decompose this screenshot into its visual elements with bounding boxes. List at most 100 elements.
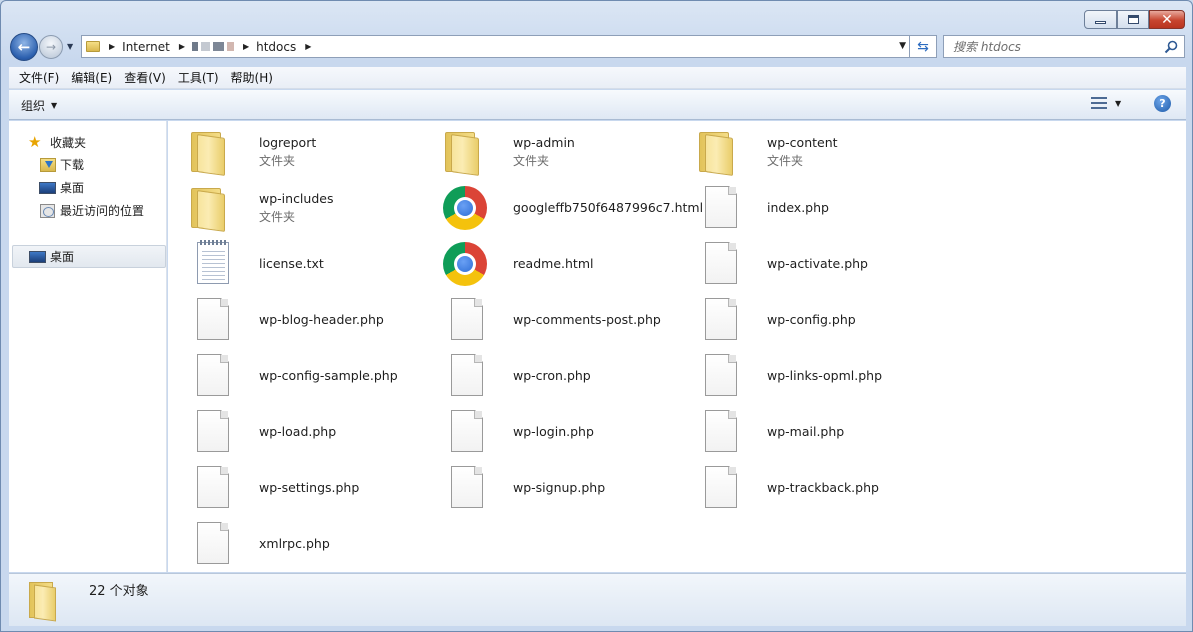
- close-button[interactable]: ✕: [1149, 10, 1185, 29]
- file-item[interactable]: license.txt: [187, 239, 437, 289]
- file-name: readme.html: [513, 256, 594, 271]
- file-icon: [441, 352, 489, 400]
- file-item[interactable]: wp-config.php: [695, 295, 945, 345]
- nav-recent-places[interactable]: 最近访问的位置: [40, 202, 144, 219]
- nav-favorites-label: 收藏夹: [50, 135, 87, 150]
- change-view-button[interactable]: ▼: [1091, 96, 1121, 110]
- search-input[interactable]: [953, 39, 1158, 54]
- file-item[interactable]: wp-links-opml.php: [695, 351, 945, 401]
- close-icon: ✕: [1161, 11, 1173, 28]
- chevron-down-icon[interactable]: ▼: [1115, 99, 1121, 108]
- file-icon: [441, 464, 489, 512]
- menu-help[interactable]: 帮助(H): [225, 69, 279, 86]
- nav-downloads[interactable]: 下载: [40, 156, 84, 173]
- file-icon: [187, 464, 235, 512]
- file-name: wp-content: [767, 135, 838, 150]
- file-name: wp-trackback.php: [767, 480, 879, 495]
- file-icon: [187, 296, 235, 344]
- file-item[interactable]: wp-load.php: [187, 407, 437, 457]
- file-item[interactable]: wp-trackback.php: [695, 463, 945, 513]
- breadcrumb-obscured[interactable]: [191, 42, 234, 51]
- forward-button[interactable]: →: [39, 35, 63, 59]
- menu-bar: 文件(F) 编辑(E) 查看(V) 工具(T) 帮助(H): [9, 67, 1186, 89]
- menu-edit[interactable]: 编辑(E): [65, 69, 118, 86]
- breadcrumb-separator-icon[interactable]: ▶: [243, 42, 249, 51]
- file-item[interactable]: wp-login.php: [441, 407, 691, 457]
- file-item[interactable]: index.php: [695, 183, 945, 233]
- breadcrumb-separator-icon[interactable]: ▶: [109, 42, 115, 51]
- file-name: googleffb750f6487996c7.html: [513, 200, 704, 215]
- file-name: wp-admin: [513, 135, 575, 150]
- file-icon: [695, 184, 743, 232]
- file-item[interactable]: readme.html: [441, 239, 691, 289]
- chrome-icon: [441, 184, 489, 232]
- breadcrumb-separator-icon[interactable]: ▶: [305, 42, 311, 51]
- menu-file[interactable]: 文件(F): [13, 69, 65, 86]
- back-button[interactable]: ←: [10, 33, 38, 61]
- desktop-icon: [39, 181, 56, 194]
- file-icon: [187, 352, 235, 400]
- minimize-icon: [1095, 21, 1106, 24]
- file-type: 文件夹: [259, 154, 296, 168]
- address-bar[interactable]: ▶ Internet ▶ ▶ htdocs ▶ ▼: [81, 35, 910, 58]
- file-name: xmlrpc.php: [259, 536, 330, 551]
- file-name: license.txt: [259, 256, 324, 271]
- nav-desktop[interactable]: 桌面: [39, 179, 84, 196]
- file-item[interactable]: logreport 文件夹: [187, 127, 437, 177]
- file-item[interactable]: wp-mail.php: [695, 407, 945, 457]
- file-type: 文件夹: [513, 154, 550, 168]
- file-name: wp-links-opml.php: [767, 368, 883, 383]
- breadcrumb-htdocs[interactable]: htdocs: [256, 40, 296, 54]
- folder-icon: [86, 41, 100, 52]
- file-name: logreport: [259, 135, 317, 150]
- recent-pages-dropdown[interactable]: ▼: [67, 42, 73, 51]
- maximize-button[interactable]: [1117, 10, 1149, 29]
- file-type: 文件夹: [259, 210, 296, 224]
- star-icon: ★: [28, 133, 42, 151]
- minimize-button[interactable]: [1084, 10, 1117, 29]
- refresh-button[interactable]: ⇆: [910, 35, 937, 58]
- menu-view[interactable]: 查看(V): [118, 69, 172, 86]
- file-item[interactable]: wp-content 文件夹: [695, 127, 945, 177]
- file-item[interactable]: wp-cron.php: [441, 351, 691, 401]
- file-name: wp-cron.php: [513, 368, 591, 383]
- caption-buttons: ✕: [1084, 10, 1185, 29]
- file-item[interactable]: xmlrpc.php: [187, 519, 437, 569]
- file-item[interactable]: wp-comments-post.php: [441, 295, 691, 345]
- file-item[interactable]: wp-admin 文件夹: [441, 127, 691, 177]
- help-icon[interactable]: ?: [1154, 95, 1171, 112]
- file-item[interactable]: wp-activate.php: [695, 239, 945, 289]
- file-icon: [695, 464, 743, 512]
- file-item[interactable]: googleffb750f6487996c7.html: [441, 183, 703, 233]
- search-icon[interactable]: [1164, 40, 1178, 54]
- organize-button[interactable]: 组织 ▼: [21, 97, 57, 114]
- desktop-icon: [29, 250, 46, 263]
- file-item[interactable]: wp-blog-header.php: [187, 295, 437, 345]
- file-type: 文件夹: [767, 154, 804, 168]
- file-name: wp-blog-header.php: [259, 312, 384, 327]
- explorer-window: ✕ ← → ▼ ▶ Internet ▶ ▶ htdocs ▶ ▼ ⇆ 文件(F…: [0, 0, 1193, 632]
- file-item[interactable]: wp-config-sample.php: [187, 351, 437, 401]
- file-name: wp-activate.php: [767, 256, 868, 271]
- file-icon: [695, 296, 743, 344]
- file-item[interactable]: wp-includes 文件夹: [187, 183, 437, 233]
- chevron-down-icon: ▼: [51, 101, 58, 110]
- navigation-pane: ★ 收藏夹 下载 桌面 最近访问的位置 桌面: [9, 121, 167, 572]
- address-history-dropdown[interactable]: ▼: [899, 41, 906, 51]
- nav-desktop-label: 桌面: [60, 181, 85, 195]
- recent-places-icon: [40, 203, 55, 218]
- file-item[interactable]: wp-signup.php: [441, 463, 691, 513]
- file-list: logreport 文件夹 wp-admin 文件夹 wp-content 文件夹 w…: [168, 121, 1186, 572]
- folder-icon: [187, 128, 235, 176]
- file-name: wp-config.php: [767, 312, 856, 327]
- nav-favorites[interactable]: ★ 收藏夹: [28, 133, 86, 151]
- breadcrumb-separator-icon[interactable]: ▶: [179, 42, 185, 51]
- file-name: wp-comments-post.php: [513, 312, 661, 327]
- menu-tools[interactable]: 工具(T): [172, 69, 225, 86]
- nav-desktop-root[interactable]: 桌面: [29, 248, 74, 265]
- file-icon: [187, 520, 235, 568]
- file-item[interactable]: wp-settings.php: [187, 463, 437, 513]
- file-icon: [695, 408, 743, 456]
- search-box[interactable]: [943, 35, 1185, 58]
- breadcrumb-internet[interactable]: Internet: [122, 40, 170, 54]
